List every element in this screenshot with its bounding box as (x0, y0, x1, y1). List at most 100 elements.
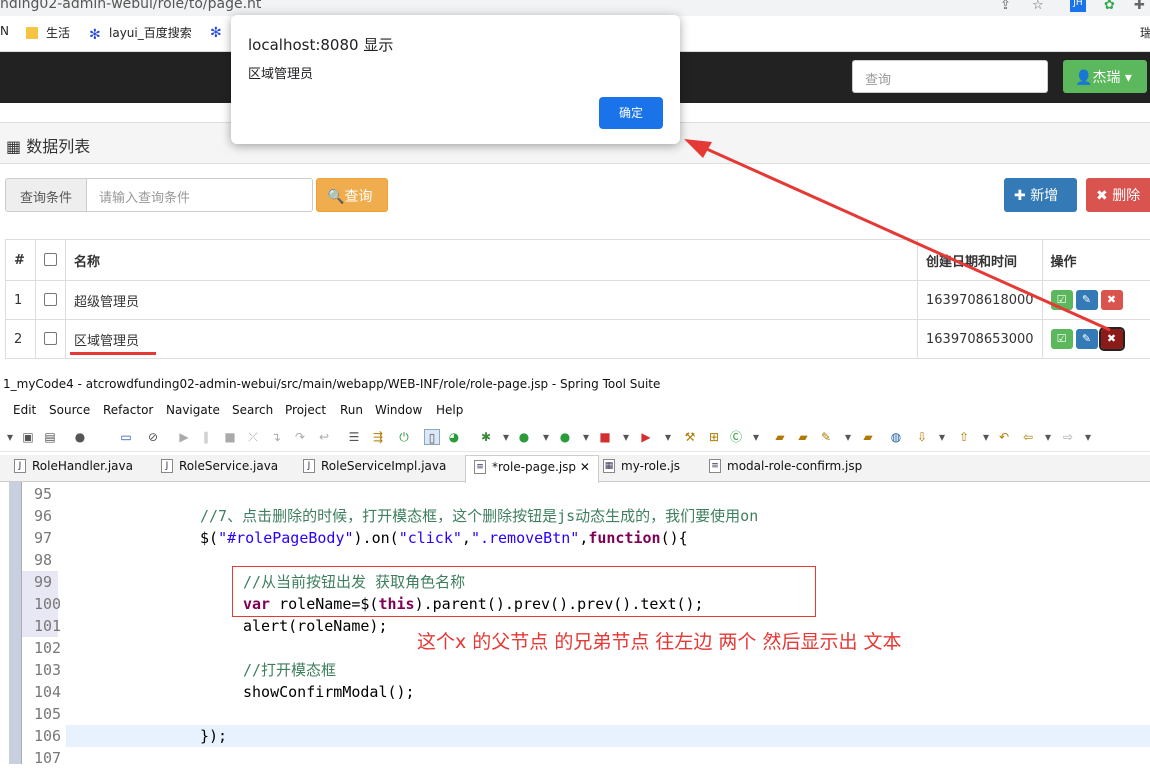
code-token: ).on( (354, 529, 399, 547)
add-button[interactable]: ✚ 新增 (1004, 178, 1077, 212)
code-line-103[interactable]: //打开模态框 (243, 659, 336, 681)
code-line-96[interactable]: //7、点击删除的时候，打开模态框，这个删除按钮是js动态生成的，我们要使用on (200, 505, 758, 527)
step-over-icon[interactable]: ↷ (292, 429, 308, 445)
tab-rolehandler[interactable]: JRoleHandler.java (14, 459, 133, 473)
dropdown-icon[interactable]: ▾ (934, 429, 950, 445)
step-into-icon[interactable]: ↴ (268, 429, 284, 445)
disconnect-icon[interactable]: ⤫ (245, 429, 261, 445)
save-all-icon[interactable]: ▤ (42, 429, 58, 445)
ok-button[interactable]: 确定 (599, 97, 663, 129)
remove-button[interactable]: ✖ (1101, 329, 1123, 349)
code-line-104[interactable]: showConfirmModal(); (243, 681, 415, 703)
globe-icon[interactable]: ◍ (888, 429, 904, 445)
code-line-106[interactable]: }); (200, 725, 227, 747)
menu-run[interactable]: Run (340, 403, 363, 417)
alert-message: 区域管理员 (248, 63, 313, 82)
bookmark-item[interactable]: 生活 (26, 24, 70, 41)
drop-to-frame-icon[interactable]: ☰ (346, 429, 362, 445)
share-icon[interactable]: ⇪ (1000, 0, 1011, 13)
tab-my-role[interactable]: ▦my-role.js (603, 459, 680, 473)
bookmark-item[interactable]: ✻layui_百度搜索 (89, 24, 192, 41)
next-annotation-icon[interactable]: ⇩ (914, 429, 930, 445)
spring-boot-icon[interactable]: ◕ (446, 429, 462, 445)
bookmark-overflow[interactable]: 瑞 (1140, 24, 1150, 41)
dropdown-icon[interactable]: ▾ (1080, 429, 1096, 445)
close-icon[interactable]: ✕ (580, 460, 590, 474)
dropdown-icon[interactable]: ▾ (978, 429, 994, 445)
dropdown-icon[interactable]: ▾ (578, 429, 594, 445)
menu-window[interactable]: Window (375, 403, 422, 417)
prev-annotation-icon[interactable]: ⇧ (956, 429, 972, 445)
new-package-icon[interactable]: ⊞ (706, 429, 722, 445)
menu-source[interactable]: Source (49, 403, 90, 417)
col-header-checkbox[interactable] (36, 240, 66, 281)
skip-icon[interactable]: ⊘ (145, 429, 161, 445)
terminate-icon[interactable]: ■ (222, 429, 238, 445)
server-start-icon[interactable]: ⏻ (396, 429, 412, 445)
edit-button[interactable]: ✎ (1076, 290, 1098, 310)
new-server-icon[interactable]: ⚒ (682, 429, 698, 445)
tab-modal-role-confirm[interactable]: ≡modal-role-confirm.jsp (709, 459, 862, 473)
code-line-97[interactable]: $("#rolePageBody").on("click",".removeBt… (200, 527, 688, 549)
dropdown-icon[interactable]: ▾ (618, 429, 634, 445)
condition-input[interactable]: 请输入查询条件 (86, 178, 313, 212)
tab-roleservice[interactable]: JRoleService.java (161, 459, 278, 473)
remove-button[interactable]: ✖ (1101, 290, 1123, 310)
coverage-icon[interactable]: ● (557, 429, 573, 445)
menu-edit[interactable]: Edit (13, 403, 36, 417)
suspend-icon[interactable]: ∥ (198, 429, 214, 445)
menu-project[interactable]: Project (285, 403, 326, 417)
forward-icon[interactable]: ⇨ (1060, 429, 1076, 445)
tab-roleserviceimpl[interactable]: JRoleServiceImpl.java (303, 459, 446, 473)
debug-icon[interactable]: ✱ (478, 429, 494, 445)
dropdown-icon[interactable]: ▾ (748, 429, 764, 445)
row-checkbox[interactable] (44, 332, 57, 345)
code-line-101[interactable]: alert(roleName); (243, 615, 388, 637)
row-checkbox[interactable] (44, 293, 57, 306)
dropdown-icon[interactable]: ▾ (840, 429, 856, 445)
select-all-checkbox[interactable] (44, 253, 57, 266)
delete-button[interactable]: ✖ 删除 (1086, 178, 1150, 212)
extension-icon[interactable]: ✿ (1104, 0, 1115, 13)
puzzle-icon[interactable]: ✚ (1134, 0, 1145, 13)
open-resource-icon[interactable]: ▰ (795, 429, 811, 445)
tab-label: RoleService.java (179, 459, 278, 473)
menu-help[interactable]: Help (436, 403, 463, 417)
dropdown-icon[interactable]: ▾ (498, 429, 514, 445)
profile-icon[interactable]: ● (72, 429, 88, 445)
bookmark-star-icon[interactable]: ☆ (1032, 0, 1044, 13)
back-icon[interactable]: ⇦ (1020, 429, 1036, 445)
external-tools-icon[interactable]: ▶ (638, 429, 654, 445)
user-menu-button[interactable]: 👤杰瑞 ▾ (1063, 60, 1147, 93)
dropdown-icon[interactable]: ▾ (538, 429, 554, 445)
search-tool-icon[interactable]: ✎ (818, 429, 834, 445)
edit-button[interactable]: ✎ (1076, 329, 1098, 349)
dropdown-icon[interactable]: ▾ (2, 429, 18, 445)
use-step-filters-icon[interactable]: ⇶ (370, 429, 386, 445)
tab-role-page[interactable]: ≡*role-page.jsp ✕ (465, 455, 599, 483)
save-icon[interactable]: ▣ (20, 429, 36, 445)
assign-button[interactable]: ☑ (1051, 290, 1073, 310)
menu-search[interactable]: Search (232, 403, 273, 417)
stop-icon[interactable]: ■ (597, 429, 613, 445)
address-bar[interactable]: nding02-admin-webui/role/to/page.ht ⇪ ☆ … (0, 0, 1150, 16)
extension-icon[interactable]: JH (1070, 0, 1086, 12)
bookmark-item[interactable]: N (0, 24, 9, 38)
run-icon[interactable]: ● (516, 429, 532, 445)
resume-icon[interactable]: ▶ (176, 429, 192, 445)
assign-button[interactable]: ☑ (1051, 329, 1073, 349)
query-button[interactable]: 🔍查询 (316, 178, 388, 212)
open-type-icon[interactable]: ▰ (772, 429, 788, 445)
dropdown-icon[interactable]: ▾ (1040, 429, 1056, 445)
bookmark-item[interactable]: ✻ (210, 24, 230, 38)
menu-refactor[interactable]: Refactor (103, 403, 153, 417)
dropdown-icon[interactable]: ▾ (660, 429, 676, 445)
task-icon[interactable]: ▰ (860, 429, 876, 445)
console-icon[interactable]: ▭ (118, 429, 134, 445)
new-class-icon[interactable]: Ⓒ (728, 429, 744, 445)
mark-occurrences-icon[interactable]: ▯ (424, 429, 440, 445)
search-input[interactable]: 查询 (852, 60, 1048, 93)
menu-navigate[interactable]: Navigate (166, 403, 220, 417)
step-return-icon[interactable]: ↩ (316, 429, 332, 445)
last-edit-icon[interactable]: ↶ (996, 429, 1012, 445)
